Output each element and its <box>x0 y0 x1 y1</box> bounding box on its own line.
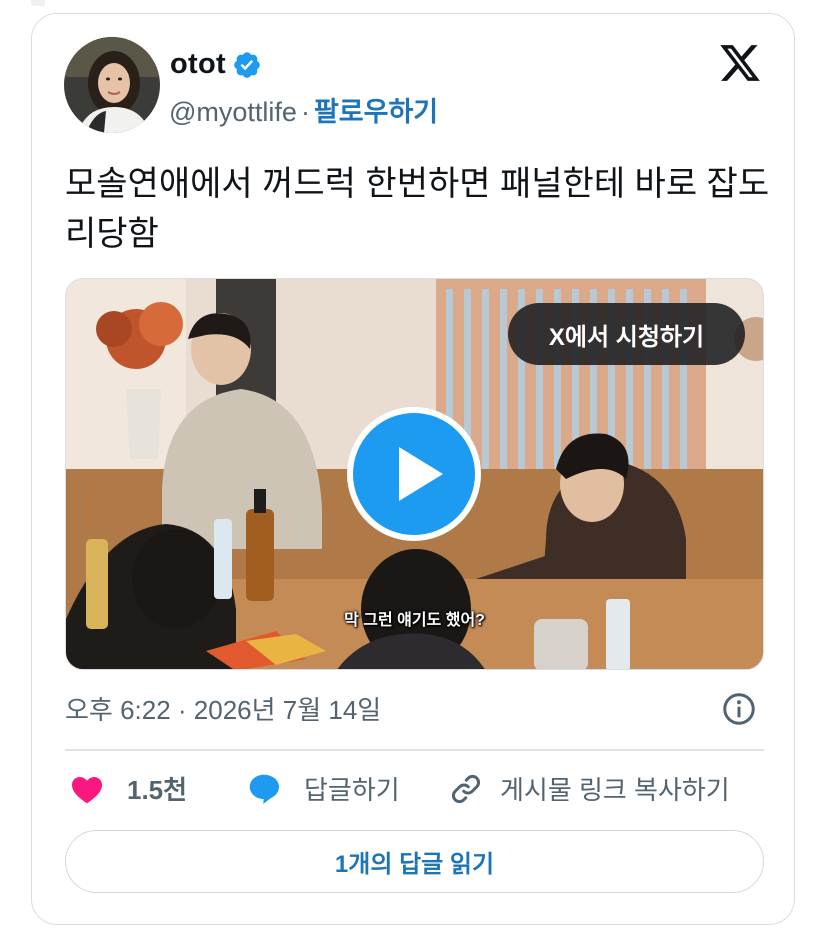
handle-separator: · <box>300 97 310 127</box>
play-icon[interactable] <box>347 407 481 541</box>
tweet-embed-card: otot @myottlife · 팔로우하기 모솔연애에서 꺼드럭 한번하면 패널… <box>31 13 795 925</box>
divider <box>65 749 764 751</box>
info-icon[interactable] <box>721 691 757 727</box>
author-name-row: otot <box>170 48 262 81</box>
verified-badge-icon <box>234 51 260 78</box>
tweet-text: 모솔연애에서 꺼드럭 한번하면 패널한테 바로 잡도리당함 <box>65 165 770 253</box>
author-handle-row: @myottlife · 팔로우하기 <box>169 90 438 129</box>
copy-link-label: 게시물 링크 복사하기 <box>500 775 730 805</box>
video-subtitle: 막 그런 얘기도 했어? <box>344 612 485 629</box>
author-handle[interactable]: @myottlife <box>169 97 297 127</box>
heart-icon <box>72 776 102 803</box>
read-replies-button[interactable]: 1개의 답글 읽기 <box>65 830 764 893</box>
follow-button[interactable]: 팔로우하기 <box>314 97 438 127</box>
reply-button[interactable]: 답글하기 <box>246 770 400 807</box>
reply-label: 답글하기 <box>304 775 400 805</box>
copy-link-button[interactable]: 게시물 링크 복사하기 <box>448 770 730 807</box>
watch-on-x-button[interactable]: X에서 시청하기 <box>508 303 745 365</box>
like-button[interactable]: 1.5천 <box>69 770 187 807</box>
author-display-name[interactable]: otot <box>170 48 226 81</box>
tweet-timestamp[interactable]: 오후 6:22 · 2026년 7월 14일 <box>65 690 381 727</box>
speech-bubble-icon <box>249 774 279 804</box>
x-logo-icon[interactable] <box>717 41 763 85</box>
top-edge-mark <box>31 0 45 6</box>
avatar-image <box>64 37 160 133</box>
like-count: 1.5천 <box>127 775 188 805</box>
link-icon <box>452 774 480 803</box>
avatar[interactable] <box>64 37 160 133</box>
video-player[interactable]: X에서 시청하기 막 그런 얘기도 했어? <box>65 278 764 670</box>
